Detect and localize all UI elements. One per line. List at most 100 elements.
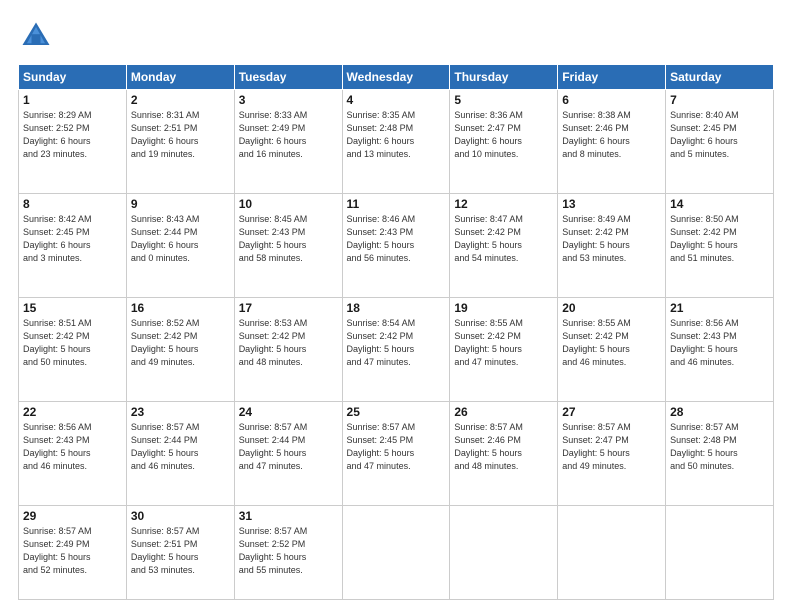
day-info: Sunrise: 8:55 AM Sunset: 2:42 PM Dayligh… [454, 317, 553, 369]
day-info: Sunrise: 8:57 AM Sunset: 2:47 PM Dayligh… [562, 421, 661, 473]
day-info: Sunrise: 8:56 AM Sunset: 2:43 PM Dayligh… [670, 317, 769, 369]
day-info: Sunrise: 8:57 AM Sunset: 2:51 PM Dayligh… [131, 525, 230, 577]
day-number: 4 [347, 93, 446, 107]
day-number: 14 [670, 197, 769, 211]
weekday-header-row: SundayMondayTuesdayWednesdayThursdayFrid… [19, 65, 774, 90]
calendar-cell: 17 Sunrise: 8:53 AM Sunset: 2:42 PM Dayli… [234, 297, 342, 401]
calendar-cell: 5 Sunrise: 8:36 AM Sunset: 2:47 PM Daylig… [450, 90, 558, 194]
day-info: Sunrise: 8:36 AM Sunset: 2:47 PM Dayligh… [454, 109, 553, 161]
day-info: Sunrise: 8:49 AM Sunset: 2:42 PM Dayligh… [562, 213, 661, 265]
calendar-cell: 18 Sunrise: 8:54 AM Sunset: 2:42 PM Dayli… [342, 297, 450, 401]
day-info: Sunrise: 8:45 AM Sunset: 2:43 PM Dayligh… [239, 213, 338, 265]
day-number: 23 [131, 405, 230, 419]
calendar-cell: 12Sunrise: 8:47 AM Sunset: 2:42 PM Dayli… [450, 193, 558, 297]
day-number: 9 [131, 197, 230, 211]
day-info: Sunrise: 8:57 AM Sunset: 2:44 PM Dayligh… [239, 421, 338, 473]
day-number: 20 [562, 301, 661, 315]
calendar-cell [666, 505, 774, 600]
weekday-header-thursday: Thursday [450, 65, 558, 90]
calendar-cell: 21Sunrise: 8:56 AM Sunset: 2:43 PM Dayli… [666, 297, 774, 401]
day-info: Sunrise: 8:43 AM Sunset: 2:44 PM Dayligh… [131, 213, 230, 265]
calendar-cell: 28 Sunrise: 8:57 AM Sunset: 2:48 PM Dayli… [666, 401, 774, 505]
day-number: 24 [239, 405, 338, 419]
calendar-cell: 4 Sunrise: 8:35 AM Sunset: 2:48 PM Daylig… [342, 90, 450, 194]
calendar-cell: 29 Sunrise: 8:57 AM Sunset: 2:49 PM Dayli… [19, 505, 127, 600]
calendar-cell: 26 Sunrise: 8:57 AM Sunset: 2:46 PM Dayli… [450, 401, 558, 505]
calendar-cell: 24 Sunrise: 8:57 AM Sunset: 2:44 PM Dayli… [234, 401, 342, 505]
calendar-cell: 8 Sunrise: 8:42 AM Sunset: 2:45 PM Daylig… [19, 193, 127, 297]
day-number: 29 [23, 509, 122, 523]
day-info: Sunrise: 8:57 AM Sunset: 2:49 PM Dayligh… [23, 525, 122, 577]
day-number: 3 [239, 93, 338, 107]
calendar-cell: 7 Sunrise: 8:40 AM Sunset: 2:45 PM Daylig… [666, 90, 774, 194]
day-number: 27 [562, 405, 661, 419]
calendar-cell: 9 Sunrise: 8:43 AM Sunset: 2:44 PM Daylig… [126, 193, 234, 297]
day-info: Sunrise: 8:57 AM Sunset: 2:52 PM Dayligh… [239, 525, 338, 577]
calendar-cell: 27 Sunrise: 8:57 AM Sunset: 2:47 PM Dayli… [558, 401, 666, 505]
calendar-cell: 22Sunrise: 8:56 AM Sunset: 2:43 PM Dayli… [19, 401, 127, 505]
day-number: 28 [670, 405, 769, 419]
page: SundayMondayTuesdayWednesdayThursdayFrid… [0, 0, 792, 612]
calendar-cell: 3 Sunrise: 8:33 AM Sunset: 2:49 PM Daylig… [234, 90, 342, 194]
week-row-5: 29 Sunrise: 8:57 AM Sunset: 2:49 PM Dayli… [19, 505, 774, 600]
calendar-cell: 11 Sunrise: 8:46 AM Sunset: 2:43 PM Dayli… [342, 193, 450, 297]
day-number: 26 [454, 405, 553, 419]
calendar-cell: 20 Sunrise: 8:55 AM Sunset: 2:42 PM Dayli… [558, 297, 666, 401]
day-number: 25 [347, 405, 446, 419]
day-info: Sunrise: 8:46 AM Sunset: 2:43 PM Dayligh… [347, 213, 446, 265]
day-number: 2 [131, 93, 230, 107]
weekday-header-saturday: Saturday [666, 65, 774, 90]
header [18, 18, 774, 54]
calendar-cell: 6 Sunrise: 8:38 AM Sunset: 2:46 PM Daylig… [558, 90, 666, 194]
calendar-cell: 25 Sunrise: 8:57 AM Sunset: 2:45 PM Dayli… [342, 401, 450, 505]
weekday-header-tuesday: Tuesday [234, 65, 342, 90]
calendar-cell [450, 505, 558, 600]
day-info: Sunrise: 8:35 AM Sunset: 2:48 PM Dayligh… [347, 109, 446, 161]
day-number: 1 [23, 93, 122, 107]
week-row-4: 22Sunrise: 8:56 AM Sunset: 2:43 PM Dayli… [19, 401, 774, 505]
day-info: Sunrise: 8:57 AM Sunset: 2:48 PM Dayligh… [670, 421, 769, 473]
calendar-cell [558, 505, 666, 600]
logo-icon [18, 18, 54, 54]
week-row-1: 1Sunrise: 8:29 AM Sunset: 2:52 PM Daylig… [19, 90, 774, 194]
day-info: Sunrise: 8:42 AM Sunset: 2:45 PM Dayligh… [23, 213, 122, 265]
day-info: Sunrise: 8:57 AM Sunset: 2:46 PM Dayligh… [454, 421, 553, 473]
calendar-cell: 14 Sunrise: 8:50 AM Sunset: 2:42 PM Dayli… [666, 193, 774, 297]
day-info: Sunrise: 8:53 AM Sunset: 2:42 PM Dayligh… [239, 317, 338, 369]
calendar-cell [342, 505, 450, 600]
week-row-2: 8 Sunrise: 8:42 AM Sunset: 2:45 PM Daylig… [19, 193, 774, 297]
day-number: 19 [454, 301, 553, 315]
day-info: Sunrise: 8:40 AM Sunset: 2:45 PM Dayligh… [670, 109, 769, 161]
day-number: 15 [23, 301, 122, 315]
day-number: 16 [131, 301, 230, 315]
day-info: Sunrise: 8:57 AM Sunset: 2:44 PM Dayligh… [131, 421, 230, 473]
day-number: 8 [23, 197, 122, 211]
day-number: 6 [562, 93, 661, 107]
calendar-cell: 23 Sunrise: 8:57 AM Sunset: 2:44 PM Dayli… [126, 401, 234, 505]
day-info: Sunrise: 8:57 AM Sunset: 2:45 PM Dayligh… [347, 421, 446, 473]
calendar-cell: 15 Sunrise: 8:51 AM Sunset: 2:42 PM Dayli… [19, 297, 127, 401]
day-number: 10 [239, 197, 338, 211]
day-info: Sunrise: 8:55 AM Sunset: 2:42 PM Dayligh… [562, 317, 661, 369]
calendar-cell: 13 Sunrise: 8:49 AM Sunset: 2:42 PM Dayli… [558, 193, 666, 297]
day-info: Sunrise: 8:50 AM Sunset: 2:42 PM Dayligh… [670, 213, 769, 265]
calendar-table: SundayMondayTuesdayWednesdayThursdayFrid… [18, 64, 774, 600]
calendar-cell: 19 Sunrise: 8:55 AM Sunset: 2:42 PM Dayli… [450, 297, 558, 401]
day-info: Sunrise: 8:33 AM Sunset: 2:49 PM Dayligh… [239, 109, 338, 161]
day-info: Sunrise: 8:54 AM Sunset: 2:42 PM Dayligh… [347, 317, 446, 369]
weekday-header-friday: Friday [558, 65, 666, 90]
day-number: 18 [347, 301, 446, 315]
day-number: 11 [347, 197, 446, 211]
weekday-header-monday: Monday [126, 65, 234, 90]
day-info: Sunrise: 8:47 AM Sunset: 2:42 PM Dayligh… [454, 213, 553, 265]
day-number: 5 [454, 93, 553, 107]
day-info: Sunrise: 8:51 AM Sunset: 2:42 PM Dayligh… [23, 317, 122, 369]
day-info: Sunrise: 8:38 AM Sunset: 2:46 PM Dayligh… [562, 109, 661, 161]
day-number: 13 [562, 197, 661, 211]
day-number: 30 [131, 509, 230, 523]
week-row-3: 15 Sunrise: 8:51 AM Sunset: 2:42 PM Dayli… [19, 297, 774, 401]
day-number: 17 [239, 301, 338, 315]
day-info: Sunrise: 8:56 AM Sunset: 2:43 PM Dayligh… [23, 421, 122, 473]
day-number: 7 [670, 93, 769, 107]
weekday-header-sunday: Sunday [19, 65, 127, 90]
